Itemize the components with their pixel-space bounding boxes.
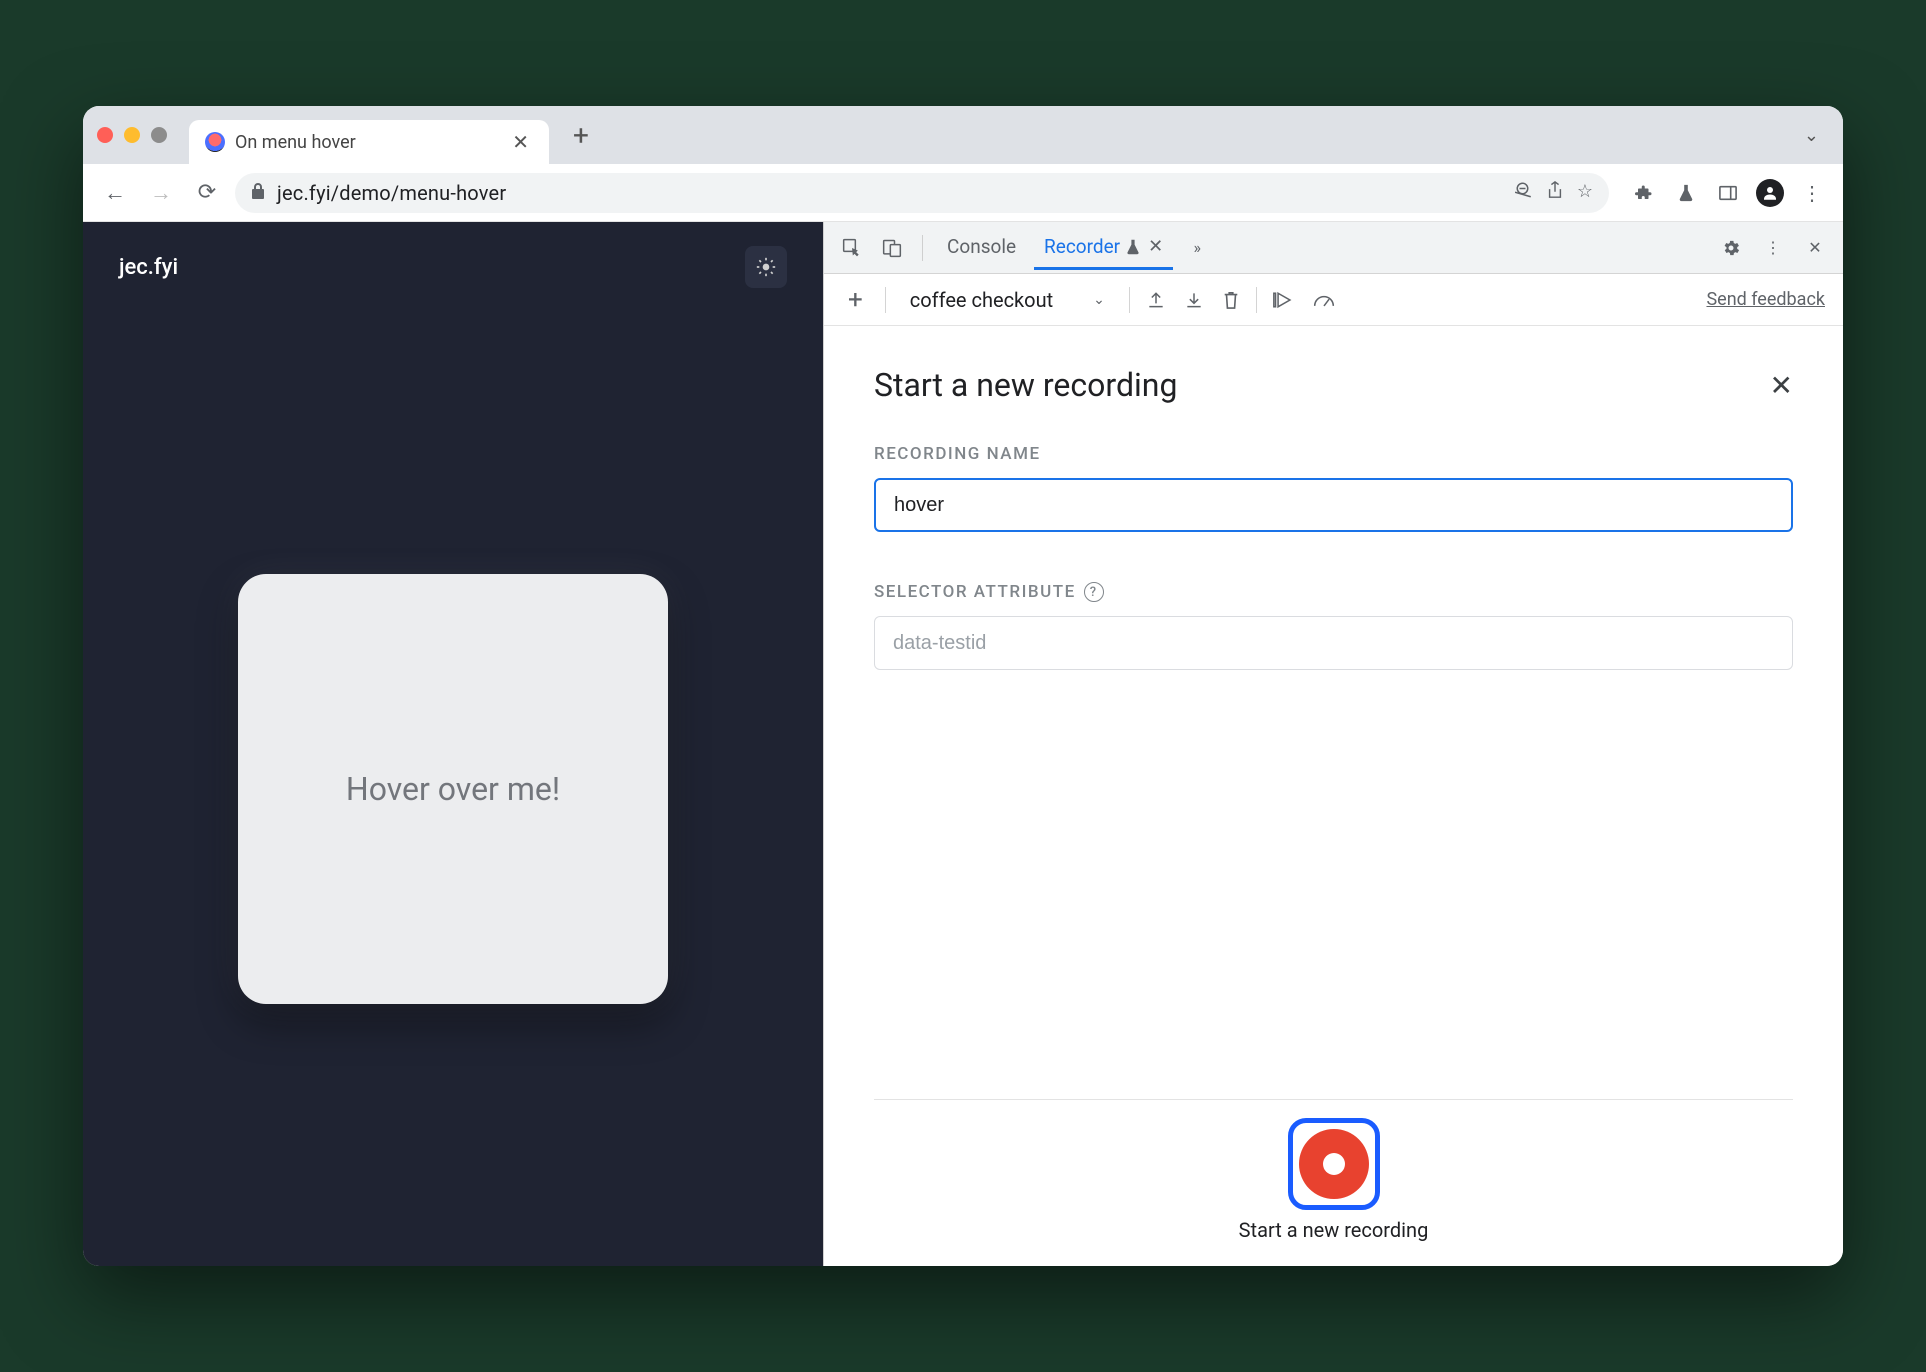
tab-console[interactable]: Console xyxy=(937,225,1026,270)
window-minimize-button[interactable] xyxy=(124,127,140,143)
devtools-tab-bar: Console Recorder ✕ » ⋮ ✕ xyxy=(824,222,1843,274)
new-recording-button[interactable]: + xyxy=(842,285,869,315)
extensions-icon[interactable] xyxy=(1627,176,1661,210)
bookmark-star-icon[interactable]: ☆ xyxy=(1577,181,1593,204)
browser-tab[interactable]: On menu hover ✕ xyxy=(189,120,549,164)
speed-icon[interactable] xyxy=(1313,292,1335,308)
selector-attribute-input[interactable] xyxy=(874,616,1793,670)
start-recording-button[interactable] xyxy=(1288,1118,1380,1210)
tab-title: On menu hover xyxy=(235,132,498,153)
devtools-panel: Console Recorder ✕ » ⋮ ✕ + xyxy=(823,222,1843,1266)
recording-select[interactable]: coffee checkout ⌄ xyxy=(902,284,1113,316)
recording-name-label: RECORDING NAME xyxy=(874,444,1793,464)
side-panel-icon[interactable] xyxy=(1711,176,1745,210)
new-tab-button[interactable]: + xyxy=(563,115,599,156)
profile-avatar[interactable] xyxy=(1753,176,1787,210)
window-close-button[interactable] xyxy=(97,127,113,143)
window-maximize-button[interactable] xyxy=(151,127,167,143)
more-tabs-icon[interactable]: » xyxy=(1181,232,1213,264)
labs-icon[interactable] xyxy=(1669,176,1703,210)
recording-select-value: coffee checkout xyxy=(910,288,1053,312)
help-icon[interactable]: ? xyxy=(1084,582,1104,602)
sun-icon xyxy=(756,257,776,277)
record-icon xyxy=(1299,1129,1369,1199)
devtools-menu-icon[interactable]: ⋮ xyxy=(1757,232,1789,264)
browser-menu-icon[interactable]: ⋮ xyxy=(1795,176,1829,210)
page-center: Hover over me! xyxy=(83,312,823,1266)
lock-icon xyxy=(251,183,265,203)
reload-button[interactable]: ⟳ xyxy=(189,175,225,211)
replay-icon[interactable] xyxy=(1273,291,1295,309)
recording-name-input[interactable] xyxy=(874,478,1793,532)
start-recording-label: Start a new recording xyxy=(1239,1218,1429,1242)
site-name: jec.fyi xyxy=(119,255,178,280)
tabs-dropdown-icon[interactable]: ⌄ xyxy=(1804,125,1819,146)
hover-card[interactable]: Hover over me! xyxy=(238,574,668,1004)
address-bar[interactable]: jec.fyi/demo/menu-hover ☆ xyxy=(235,173,1609,213)
delete-icon[interactable] xyxy=(1222,290,1240,310)
address-bar-row: ← → ⟳ jec.fyi/demo/menu-hover ☆ xyxy=(83,164,1843,222)
share-icon[interactable] xyxy=(1547,181,1563,204)
recorder-form: Start a new recording ✕ RECORDING NAME S… xyxy=(824,326,1843,1266)
devtools-settings-icon[interactable] xyxy=(1715,232,1747,264)
device-toggle-icon[interactable] xyxy=(876,232,908,264)
back-button[interactable]: ← xyxy=(97,175,133,211)
page-panel: jec.fyi Hover over me! xyxy=(83,222,823,1266)
address-actions: ☆ xyxy=(1515,181,1593,204)
selector-attribute-label: SELECTOR ATTRIBUTE ? xyxy=(874,582,1793,602)
close-recorder-tab-icon[interactable]: ✕ xyxy=(1148,236,1163,257)
browser-toolbar-icons: ⋮ xyxy=(1627,176,1829,210)
recorder-title: Start a new recording xyxy=(874,366,1177,404)
close-form-icon[interactable]: ✕ xyxy=(1770,369,1793,402)
tab-bar: On menu hover ✕ + ⌄ xyxy=(83,106,1843,164)
import-icon[interactable] xyxy=(1184,290,1204,310)
favicon-icon xyxy=(205,132,225,152)
zoom-out-icon[interactable] xyxy=(1515,181,1533,204)
page-header: jec.fyi xyxy=(83,222,823,312)
browser-window: On menu hover ✕ + ⌄ ← → ⟳ jec.fyi/demo/m… xyxy=(83,106,1843,1266)
send-feedback-link[interactable]: Send feedback xyxy=(1706,289,1825,310)
export-icon[interactable] xyxy=(1146,290,1166,310)
flask-icon xyxy=(1126,239,1140,255)
devtools-close-icon[interactable]: ✕ xyxy=(1799,232,1831,264)
recorder-footer: Start a new recording xyxy=(874,1099,1793,1266)
chevron-down-icon: ⌄ xyxy=(1093,292,1105,308)
inspect-element-icon[interactable] xyxy=(836,232,868,264)
content-row: jec.fyi Hover over me! C xyxy=(83,222,1843,1266)
url-text: jec.fyi/demo/menu-hover xyxy=(277,181,506,205)
theme-toggle-button[interactable] xyxy=(745,246,787,288)
window-controls xyxy=(97,127,167,143)
tab-recorder[interactable]: Recorder ✕ xyxy=(1034,225,1173,270)
close-tab-icon[interactable]: ✕ xyxy=(508,126,533,158)
hover-card-text: Hover over me! xyxy=(346,770,560,808)
forward-button[interactable]: → xyxy=(143,175,179,211)
recorder-toolbar: + coffee checkout ⌄ xyxy=(824,274,1843,326)
